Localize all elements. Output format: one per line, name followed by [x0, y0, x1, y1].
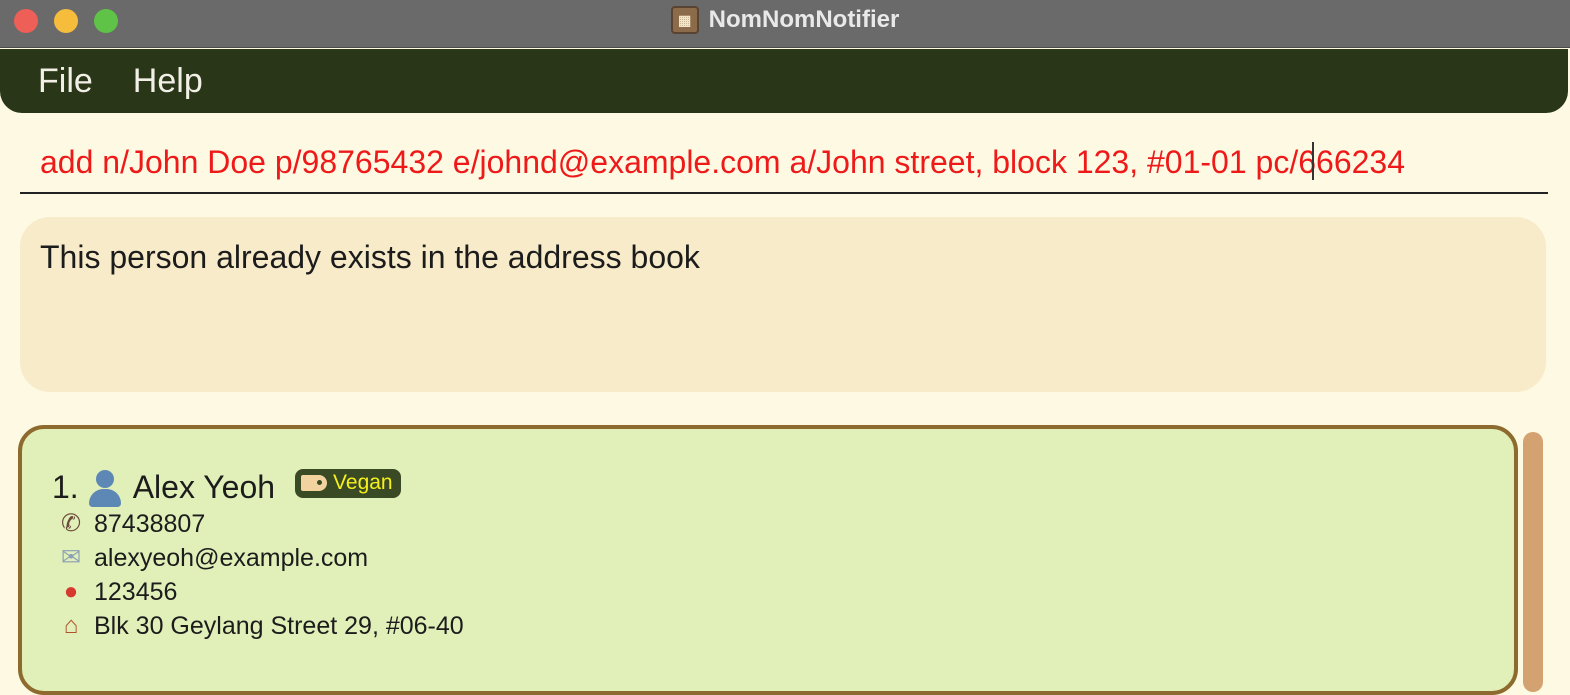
menu-file[interactable]: File — [32, 62, 99, 101]
tag-label: Vegan — [333, 470, 393, 494]
command-box — [20, 132, 1548, 194]
person-icon — [85, 467, 125, 507]
postal-row: ● 123456 — [54, 577, 178, 607]
card-header: 1. Alex Yeoh Vegan — [52, 467, 401, 507]
address-row: ⌂ Blk 30 Geylang Street 29, #06-40 — [54, 611, 464, 641]
title-bar: ▦ NomNomNotifier — [0, 0, 1570, 48]
window-title: NomNomNotifier — [708, 6, 900, 33]
phone-row: ✆ 87438807 — [54, 509, 205, 539]
phone-value: 87438807 — [94, 509, 206, 538]
tag-icon — [301, 474, 328, 491]
card-index: 1. — [52, 468, 79, 505]
person-name: Alex Yeoh — [132, 468, 276, 505]
email-icon: ✉ — [60, 544, 82, 571]
text-caret — [1312, 142, 1314, 180]
address-value: Blk 30 Geylang Street 29, #06-40 — [94, 611, 464, 640]
result-display: This person already exists in the addres… — [20, 217, 1546, 392]
email-row: ✉ alexyeoh@example.com — [54, 543, 368, 573]
phone-icon: ✆ — [60, 510, 82, 537]
app-icon: ▦ — [670, 6, 699, 34]
pin-icon: ● — [63, 578, 79, 605]
tag-badge: Vegan — [295, 468, 401, 498]
command-input[interactable] — [40, 140, 1540, 184]
house-icon: ⌂ — [63, 612, 79, 639]
menu-help[interactable]: Help — [127, 62, 209, 101]
email-value: alexyeoh@example.com — [94, 543, 369, 572]
list-scrollbar[interactable] — [1523, 432, 1543, 692]
postal-value: 123456 — [94, 577, 178, 606]
menu-bar: File Help — [0, 49, 1568, 113]
title-group: ▦ NomNomNotifier — [0, 0, 1570, 40]
person-card[interactable]: 1. Alex Yeoh Vegan ✆ 87438807 ✉ alexyeoh… — [18, 425, 1518, 695]
result-message: This person already exists in the addres… — [40, 239, 700, 275]
